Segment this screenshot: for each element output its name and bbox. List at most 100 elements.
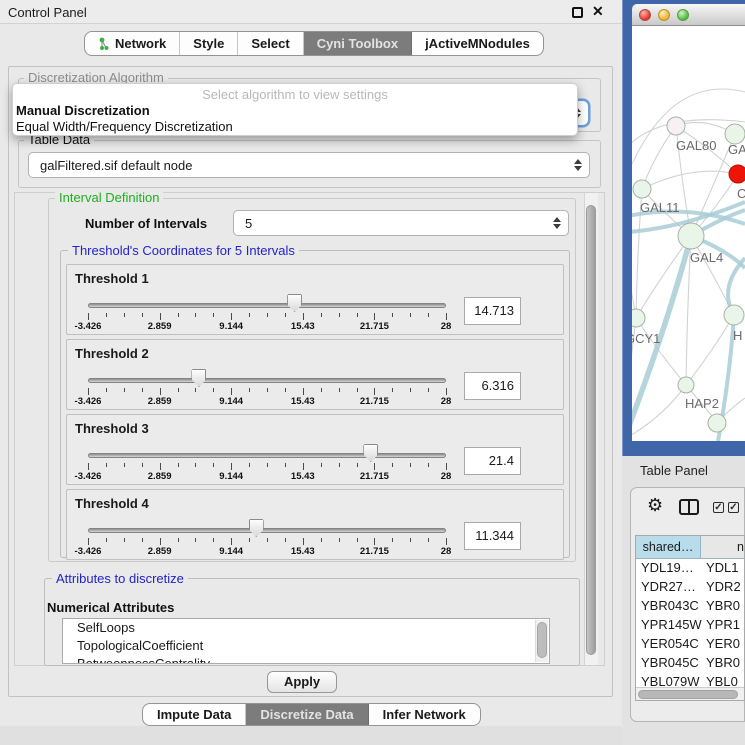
bottom-tab-discretize-data[interactable]: Discretize Data [245,704,367,725]
threshold-slider-track[interactable] [88,528,446,533]
threshold-slider-handle[interactable] [191,369,206,387]
dropdown-placeholder: Select algorithm to view settings [13,87,577,102]
slider-tick-label: 9.144 [219,471,243,482]
network-graph: GAL80GACGAL11GAL4GCY1HHAP2 [632,26,745,441]
slider-tick [267,388,268,392]
table-horizontal-scrollbar[interactable] [636,687,744,700]
close-window-icon[interactable] [639,9,651,21]
threshold-slider-track[interactable] [88,453,446,458]
network-node-label: HAP2 [685,396,719,411]
attribute-list-item[interactable]: SelfLoops [63,619,549,637]
table-row[interactable]: YDR27…YDR2 [636,578,744,597]
network-node[interactable] [678,377,694,393]
split-view-icon[interactable] [679,499,699,515]
checkbox-checked-icon[interactable]: ✓ [728,502,739,513]
tab-cyni-toolbox[interactable]: Cyni Toolbox [303,32,411,55]
tab-label: jActiveMNodules [425,36,530,51]
slider-tick [339,313,340,317]
slider-tick [267,463,268,467]
network-view-canvas[interactable]: GAL80GACGAL11GAL4GCY1HHAP2 [632,26,745,441]
threshold-label: Threshold 3 [75,421,149,436]
dropdown-option-equal-width[interactable]: Equal Width/Frequency Discretization [16,119,233,134]
tab-select[interactable]: Select [237,32,302,55]
threshold-value-field[interactable]: 11.344 [464,522,521,550]
cell-name: YDR2 [702,578,744,597]
table-row[interactable]: YDL19…YDL1 [636,559,744,578]
checkbox-checked-icon[interactable]: ✓ [713,502,724,513]
bottom-tab-impute-data[interactable]: Impute Data [143,704,245,725]
slider-tick [303,463,304,470]
slider-tick [339,463,340,467]
table-row[interactable]: YPR145WYPR1 [636,616,744,635]
zoom-window-icon[interactable] [677,9,689,21]
numerical-attributes-label: Numerical Attributes [47,600,174,615]
network-edge [642,171,738,189]
cell-name: YDL1 [702,559,744,578]
table-row[interactable]: YBR045CYBR0 [636,654,744,673]
slider-tick-label: 28 [441,396,452,407]
network-node-selected[interactable] [729,165,745,183]
column-header-shared-name[interactable]: shared… [636,536,701,558]
table-row[interactable]: YER054CYER0 [636,635,744,654]
attribute-list-item[interactable]: BetweennessCentrality [63,655,549,664]
slider-tick [142,313,143,317]
stepper-arrows-icon [553,217,561,229]
network-node[interactable] [667,117,685,135]
float-window-icon[interactable] [572,7,583,18]
close-panel-icon[interactable]: ✕ [592,3,604,20]
slider-tick [142,538,143,542]
slider-tick [106,463,107,467]
column-header-name[interactable]: n [701,536,744,558]
attribute-list-item[interactable]: TopologicalCoefficient [63,637,549,655]
threshold-panel-2: Threshold 2-3.4262.8599.14415.4321.71528… [66,339,564,410]
network-node[interactable] [632,309,645,327]
slider-tick [106,538,107,542]
threshold-slider-track[interactable] [88,378,446,383]
tab-network[interactable]: Network [85,32,179,55]
table-scrollbar-thumb[interactable] [638,690,738,699]
threshold-slider-handle[interactable] [249,519,264,537]
apply-button[interactable]: Apply [267,671,337,693]
number-of-intervals-label: Number of Intervals [85,216,207,231]
slider-tick [446,463,447,470]
cell-name: YBR0 [702,654,744,673]
settings-scrollbar-thumb[interactable] [586,205,596,655]
network-node[interactable] [678,223,704,249]
minimize-window-icon[interactable] [658,9,670,21]
slider-tick [321,538,322,542]
threshold-value-field[interactable]: 6.316 [464,372,521,400]
threshold-slider-handle[interactable] [363,444,378,462]
slider-tick [213,463,214,467]
network-edge [642,126,676,189]
control-panel-title: Control Panel [8,5,87,20]
threshold-slider-track[interactable] [88,303,446,308]
slider-tick [88,538,89,545]
threshold-value-field[interactable]: 14.713 [464,297,521,325]
slider-tick [124,463,125,467]
network-node-label: GAL80 [676,138,716,153]
table-row[interactable]: YBR043CYBR0 [636,597,744,616]
network-node[interactable] [725,124,745,144]
dropdown-option-manual[interactable]: Manual Discretization [16,103,150,118]
threshold-slider-handle[interactable] [287,294,302,312]
slider-tick [231,388,232,395]
attributes-list-scrollbar-thumb[interactable] [537,622,547,658]
slider-tick-label: 9.144 [219,396,243,407]
network-node[interactable] [724,305,744,325]
bottom-tab-infer-network[interactable]: Infer Network [368,704,480,725]
table-data-combobox[interactable]: galFiltered.sif default node [28,152,590,178]
slider-tick [446,388,447,395]
gear-icon[interactable]: ⚙ [647,496,663,514]
network-node[interactable] [633,180,651,198]
slider-tick [88,313,89,320]
network-window-titlebar[interactable] [632,4,745,26]
slider-tick [267,313,268,317]
threshold-value-field[interactable]: 21.4 [464,447,521,475]
tab-label: Style [193,36,224,51]
network-node[interactable] [708,414,726,432]
tab-jactivemnodules[interactable]: jActiveMNodules [411,32,543,55]
tab-style[interactable]: Style [179,32,237,55]
cell-shared-name: YDR27… [636,578,702,597]
slider-tick [303,313,304,320]
number-of-intervals-combobox[interactable]: 5 [233,210,569,236]
